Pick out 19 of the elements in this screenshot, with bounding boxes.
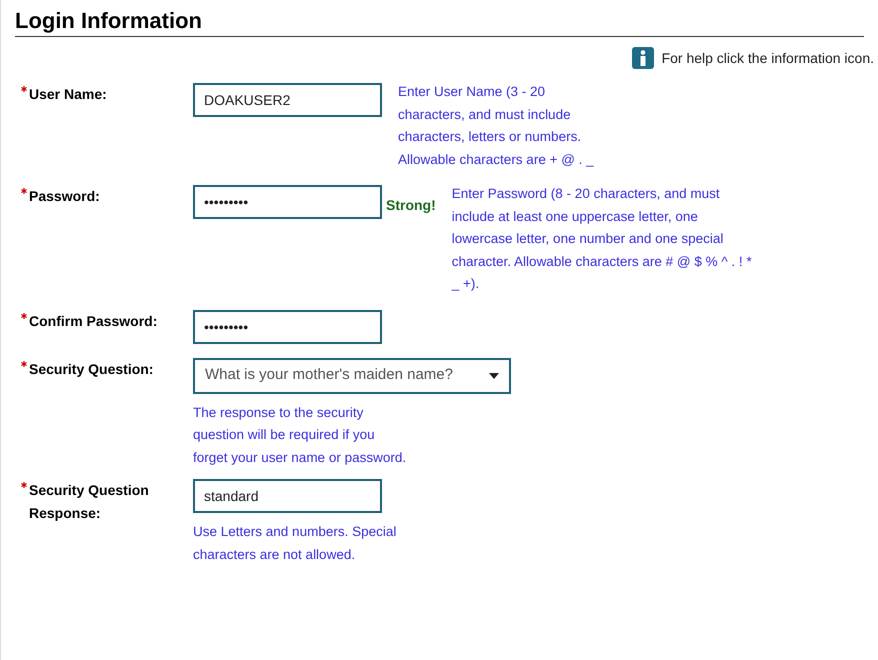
input-field[interactable]: ••••••••• [193,185,382,219]
input-field[interactable]: standard [193,479,382,513]
field-label: User Name: [29,85,108,104]
hint-text: Use Letters and numbers. Special characters are not allowed. [193,523,398,564]
hint-text: Enter Password (8 - 20 characters, and must include at least one uppercase letter, one lowercase letter, one number and one special character. Allowable characters are # @ $ % ^ . ! * _ +). [452,185,752,293]
input-field[interactable]: ••••••••• [193,310,382,344]
input-field[interactable]: DOAKUSER2 [193,83,382,117]
security-question-dropdown[interactable]: What is your mother's maiden name? [193,358,511,394]
field-label: Confirm Password: [29,312,158,330]
field-label: Security Question: [29,360,154,379]
field-label: Password: [29,187,101,206]
section-title: Login Information [15,6,864,37]
help-text: For help click the information icon. [662,48,874,68]
hint-text: Enter User Name (3 - 20 characters, and must include characters, letters or numbers. Allowable characters are + @ . _ [398,83,595,169]
caret-icon [489,372,499,378]
field-label: Security Question Response: [29,481,150,523]
password-strength: Strong! [386,196,436,215]
info-icon[interactable] [632,47,654,69]
hint-text: The response to the security question will be required if you forget your user name or password. [193,404,408,467]
